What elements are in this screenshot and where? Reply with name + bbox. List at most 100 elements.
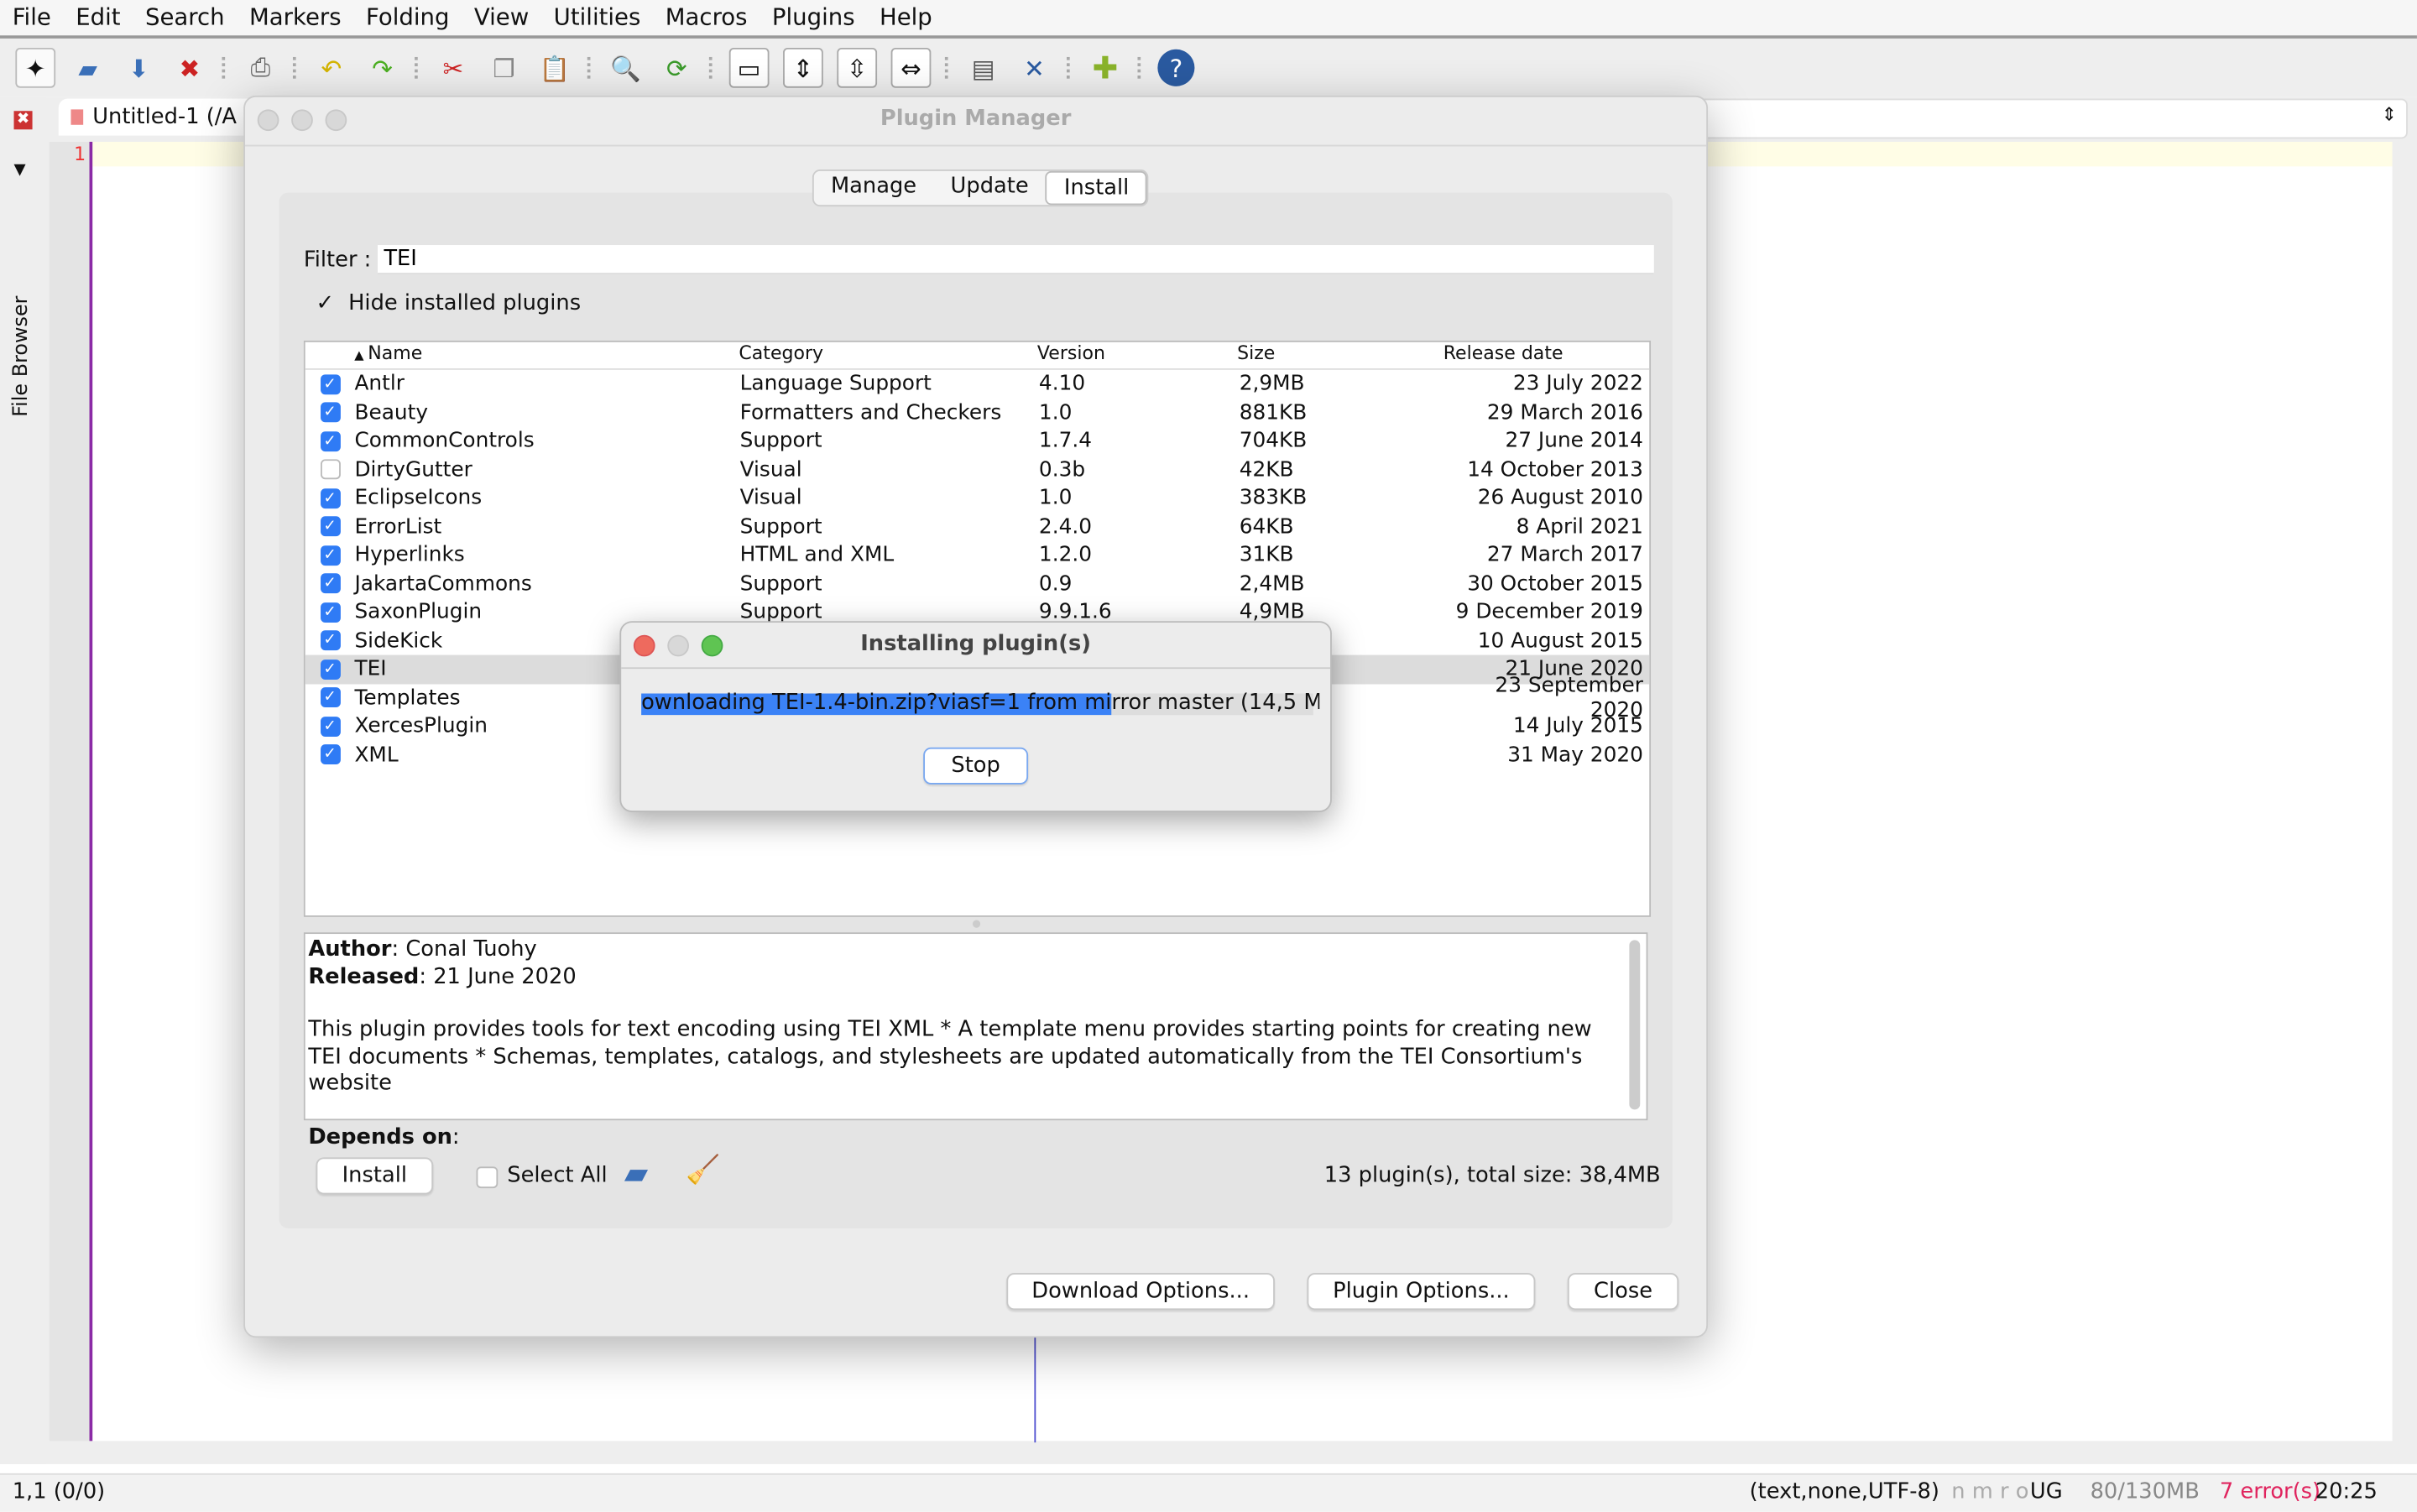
close-button[interactable]: Close xyxy=(1567,1273,1679,1311)
plugin-category: Visual xyxy=(739,486,802,511)
plugin-size: 2,9MB xyxy=(1239,372,1305,397)
row-checkbox-cell: ✓ xyxy=(305,430,355,451)
table-row[interactable]: ✓ Antlr Language Support 4.10 2,9MB 23 J… xyxy=(305,370,1650,399)
status-ug[interactable]: UG xyxy=(2030,1479,2063,1504)
plugin-options-button[interactable]: Plugin Options... xyxy=(1307,1273,1536,1311)
tab-update[interactable]: Update xyxy=(933,171,1046,205)
description-scrollbar[interactable] xyxy=(1629,940,1641,1110)
memory-status[interactable]: 80/130MB xyxy=(2091,1479,2200,1504)
install-checkbox[interactable]: ✓ xyxy=(320,545,340,566)
error-count[interactable]: 7 error(s) xyxy=(2220,1479,2320,1504)
new-view-icon[interactable]: ▭ xyxy=(728,47,770,88)
install-checkbox[interactable]: ✓ xyxy=(320,744,340,765)
plugin-release-date: 26 August 2010 xyxy=(1477,486,1643,511)
install-checkbox[interactable]: ✓ xyxy=(320,573,340,594)
close-buffer-icon[interactable]: ✖ xyxy=(13,111,33,130)
plugin-manager-icon[interactable]: ✚ xyxy=(1087,50,1124,86)
table-row[interactable]: ✓ ErrorList Support 2.4.0 64KB 8 April 2… xyxy=(305,513,1650,541)
caret-position[interactable]: 1,1 (0/0) xyxy=(13,1479,106,1504)
global-options-icon[interactable]: ✕ xyxy=(1015,50,1052,86)
separator xyxy=(222,56,227,79)
redo-icon[interactable]: ↷ xyxy=(363,50,400,86)
install-checkbox[interactable]: ✓ xyxy=(320,430,340,451)
close-file-icon[interactable]: ✖ xyxy=(171,50,208,86)
download-options-button[interactable]: Download Options... xyxy=(1006,1273,1275,1311)
install-checkbox[interactable]: ✓ xyxy=(320,687,340,708)
column-release-date[interactable]: Release date xyxy=(1434,342,1650,368)
buffer-tab[interactable]: Untitled-1 (/A xyxy=(58,98,259,136)
unfold-icon[interactable]: ⇳ xyxy=(837,47,878,88)
paste-icon[interactable]: 📋 xyxy=(536,50,573,86)
broom-icon[interactable]: 🧹 xyxy=(686,1155,720,1187)
install-checkbox[interactable]: ✓ xyxy=(320,630,340,651)
install-checkbox[interactable]: ✓ xyxy=(320,516,340,537)
table-row[interactable]: DirtyGutter Visual 0.3b 42KB 14 October … xyxy=(305,456,1650,484)
file-browser-tab[interactable]: File Browser xyxy=(10,294,34,417)
file-browser-dock[interactable]: ▼ File Browser xyxy=(0,96,47,1464)
row-checkbox-cell: ✓ xyxy=(305,487,355,508)
save-icon[interactable]: ⬇ xyxy=(120,50,157,86)
separator xyxy=(587,56,593,79)
plugin-size: 2,4MB xyxy=(1239,571,1305,597)
table-row[interactable]: ✓ EclipseIcons Visual 1.0 383KB 26 Augus… xyxy=(305,484,1650,513)
plugin-release-date: 14 October 2013 xyxy=(1467,457,1643,482)
print-icon[interactable]: ⎙ xyxy=(242,50,279,86)
menu-plugins[interactable]: Plugins xyxy=(760,0,867,35)
stop-button[interactable]: Stop xyxy=(923,747,1029,785)
menu-help[interactable]: Help xyxy=(867,0,944,35)
copy-icon[interactable]: ❐ xyxy=(486,50,523,86)
menu-edit[interactable]: Edit xyxy=(64,0,133,35)
column-size[interactable]: Size xyxy=(1237,342,1434,368)
install-checkbox[interactable]: ✓ xyxy=(320,487,340,508)
install-checkbox[interactable]: ✓ xyxy=(320,659,340,680)
menu-macros[interactable]: Macros xyxy=(653,0,760,35)
status-flags[interactable]: n m r o xyxy=(1951,1479,2028,1504)
table-row[interactable]: ✓ Hyperlinks HTML and XML 1.2.0 31KB 27 … xyxy=(305,541,1650,570)
filter-input[interactable] xyxy=(377,245,1654,274)
tab-install[interactable]: Install xyxy=(1045,170,1148,206)
plugin-version: 0.3b xyxy=(1038,457,1086,482)
menu-folding[interactable]: Folding xyxy=(353,0,462,35)
menu-file[interactable]: File xyxy=(0,0,64,35)
table-row[interactable]: ✓ Beauty Formatters and Checkers 1.0 881… xyxy=(305,399,1650,427)
buffer-switcher[interactable]: ⇕ xyxy=(1695,98,2408,139)
open-file-icon[interactable]: ▰ xyxy=(70,50,107,86)
find-icon[interactable]: 🔍 xyxy=(608,50,645,86)
buffer-mode[interactable]: (text,none,UTF-8) xyxy=(1750,1479,1939,1504)
plugin-version: 4.10 xyxy=(1038,372,1086,397)
install-checkbox[interactable] xyxy=(320,459,340,480)
plugin-summary: 13 plugin(s), total size: 38,4MB xyxy=(1323,1163,1661,1189)
open-folder-icon[interactable]: ▰ xyxy=(624,1155,648,1191)
tab-manage[interactable]: Manage xyxy=(814,171,934,205)
row-checkbox-cell: ✓ xyxy=(305,373,355,394)
menu-utilities[interactable]: Utilities xyxy=(541,0,653,35)
split-pane-divider[interactable] xyxy=(972,920,981,928)
cut-icon[interactable]: ✂ xyxy=(435,50,472,86)
install-checkbox[interactable]: ✓ xyxy=(320,716,340,737)
table-row[interactable]: ✓ CommonControls Support 1.7.4 704KB 27 … xyxy=(305,427,1650,456)
fold-icon[interactable]: ⇕ xyxy=(783,47,823,88)
column-name[interactable]: ▲ Name xyxy=(354,342,739,368)
author-label: Author xyxy=(308,936,392,962)
new-file-icon[interactable]: ✦ xyxy=(15,47,56,88)
hide-installed-checkbox[interactable]: ✓ xyxy=(316,291,335,315)
install-checkbox[interactable]: ✓ xyxy=(320,402,340,423)
column-version[interactable]: Version xyxy=(1037,342,1237,368)
install-checkbox[interactable]: ✓ xyxy=(320,373,340,394)
column-category[interactable]: Category xyxy=(739,342,1036,368)
menu-view[interactable]: View xyxy=(462,0,541,35)
menu-markers[interactable]: Markers xyxy=(237,0,353,35)
menu-search[interactable]: Search xyxy=(133,0,237,35)
help-icon[interactable]: ? xyxy=(1157,49,1195,86)
dock-arrow-icon[interactable]: ▼ xyxy=(14,162,26,179)
install-button[interactable]: Install xyxy=(316,1157,434,1195)
install-checkbox[interactable]: ✓ xyxy=(320,602,340,623)
expand-icon[interactable]: ⇔ xyxy=(890,47,932,88)
find-replace-icon[interactable]: ⟳ xyxy=(658,50,695,86)
table-row[interactable]: ✓ JakartaCommons Support 0.9 2,4MB 30 Oc… xyxy=(305,570,1650,598)
undo-icon[interactable]: ↶ xyxy=(313,50,350,86)
plugin-category: Support xyxy=(739,429,822,454)
installing-dialog: Installing plugin(s) ownloading TEI-1.4-… xyxy=(619,621,1332,812)
select-all-checkbox[interactable] xyxy=(476,1166,499,1189)
buffer-options-icon[interactable]: ▤ xyxy=(965,50,1002,86)
